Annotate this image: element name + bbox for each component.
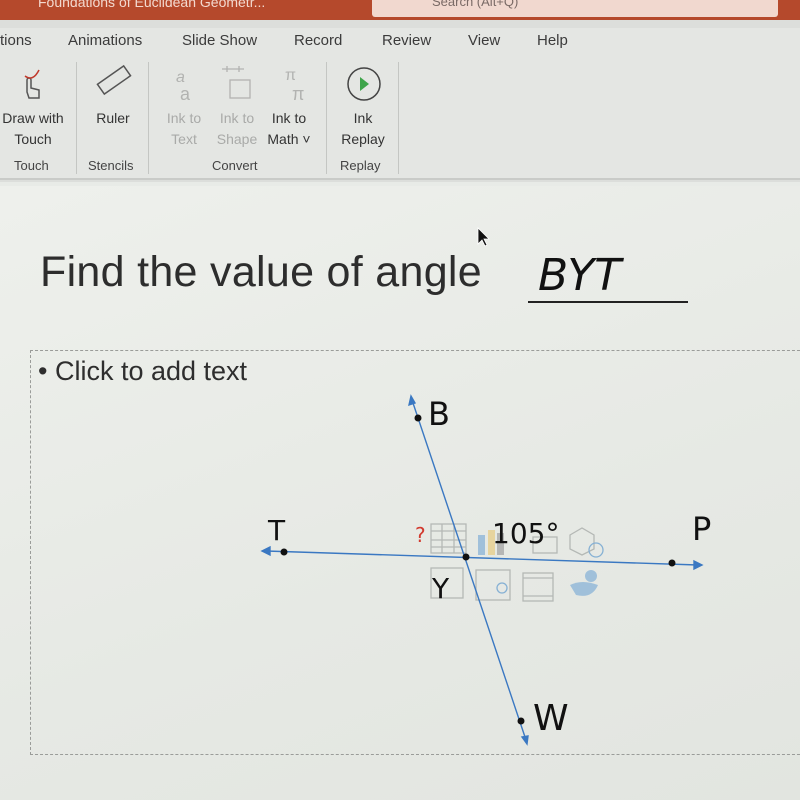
- label-w: W: [533, 698, 569, 739]
- pictures-icon: [475, 569, 511, 601]
- icons-icon: [570, 570, 598, 596]
- label-y: Y: [431, 572, 450, 605]
- question-mark: ?: [415, 523, 426, 547]
- point-b: [414, 414, 422, 422]
- label-p: P: [692, 510, 711, 548]
- point-t: [280, 548, 288, 556]
- point-w: [517, 717, 525, 725]
- label-b: B: [428, 395, 450, 433]
- label-t: T: [267, 514, 286, 547]
- angle-label: 105°: [492, 517, 559, 550]
- video-icon: [522, 572, 554, 602]
- point-y: [462, 553, 470, 561]
- 3d-model-icon: [569, 527, 604, 558]
- table-icon: [430, 523, 467, 554]
- mouse-cursor-icon: [477, 227, 490, 247]
- diagram: B T P W Y 105° ?: [260, 227, 711, 746]
- point-p: [668, 559, 676, 567]
